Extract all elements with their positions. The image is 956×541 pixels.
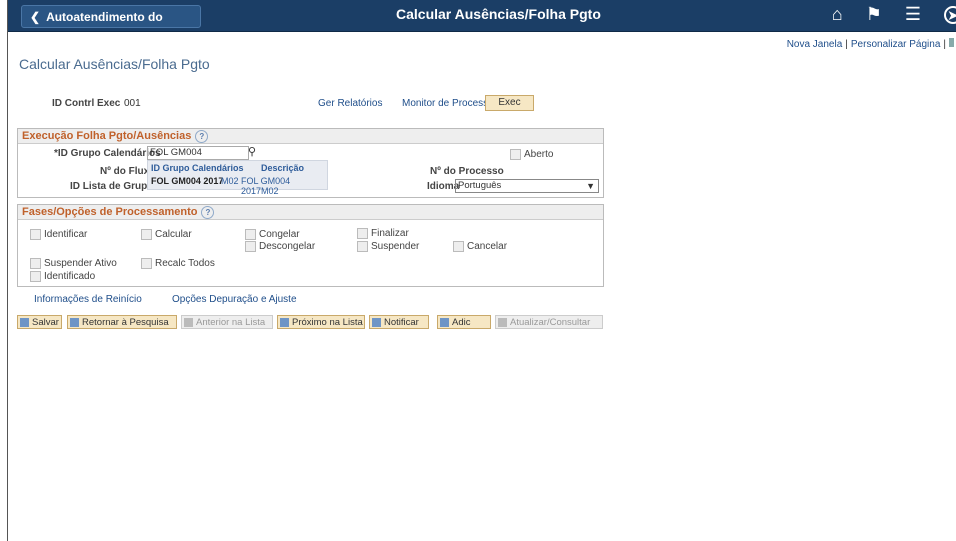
option-label: Calcular: [155, 229, 192, 241]
identificado-checkbox[interactable]: Identificado: [30, 271, 95, 282]
next-in-list-button[interactable]: Próximo na Lista: [277, 315, 365, 329]
aberto-checkbox[interactable]: Aberto: [510, 149, 553, 160]
help-icon[interactable]: ?: [201, 205, 215, 219]
section-header: Execução Folha Pgto/Ausências?: [18, 129, 603, 144]
save-label: Salvar: [32, 317, 59, 328]
banner-icons: ⌂ ⚑ ☰ ➤: [814, 4, 956, 25]
nav-icon[interactable]: ➤: [944, 6, 956, 24]
return-icon: [70, 317, 79, 327]
exec-button[interactable]: Exec: [485, 95, 534, 111]
help-doc-icon[interactable]: [949, 38, 954, 47]
checkbox[interactable]: [357, 241, 368, 252]
option-match: FOL GM004 2017: [151, 176, 224, 186]
cal-group-input[interactable]: FOL GM004 2017M02×: [147, 146, 249, 170]
add-icon: [440, 317, 449, 327]
header-links: Nova Janela | Personalizar Página |: [787, 38, 954, 50]
personalize-link[interactable]: Personalizar Página: [851, 39, 941, 50]
calcular-checkbox[interactable]: Calcular: [141, 229, 192, 240]
run-control-value: 001: [124, 98, 141, 109]
suspender-ativo-checkbox[interactable]: Suspender Ativo: [30, 258, 117, 269]
finalizar-checkbox[interactable]: Finalizar: [357, 228, 409, 239]
recalc-todos-checkbox[interactable]: Recalc Todos: [141, 258, 215, 269]
autocomplete-dropdown: ID Grupo Calendários Descrição FOL GM004…: [147, 160, 328, 196]
option-label: Congelar: [259, 229, 300, 241]
dropdown-col-id: ID Grupo Calendários: [151, 163, 244, 173]
option-label: Descongelar: [259, 241, 316, 253]
cancelar-checkbox[interactable]: Cancelar: [453, 241, 507, 252]
add-button[interactable]: Adic: [437, 315, 491, 329]
help-icon[interactable]: ?: [195, 129, 209, 143]
restart-info-link[interactable]: Informações de Reinício: [34, 294, 142, 305]
option-label: Identificado: [44, 271, 96, 283]
run-control-label: ID Contrl Exec: [52, 98, 121, 109]
congelar-checkbox[interactable]: Congelar: [245, 229, 300, 240]
option-desc: FOL GM004 2017M02: [241, 176, 291, 196]
suspender-checkbox[interactable]: Suspender: [357, 241, 419, 252]
chevron-down-icon: ▼: [586, 181, 595, 191]
lista-label: ID Lista de Grupos: [70, 181, 159, 192]
option-label: Suspender: [371, 241, 420, 253]
checkbox[interactable]: [510, 149, 521, 160]
separator: |: [943, 39, 946, 50]
dropdown-col-desc: Descrição: [261, 163, 305, 173]
banner-title: Calcular Ausências/Folha Pgto: [396, 6, 601, 22]
notify-icon: [372, 317, 381, 327]
save-button[interactable]: Salvar: [17, 315, 62, 329]
save-icon: [20, 317, 29, 327]
dropdown-option[interactable]: FOL GM004 2017 M02 FOL GM004 2017M02: [148, 174, 327, 196]
checkbox[interactable]: [141, 258, 152, 269]
back-button-label: Autoatendimento do Gerente: [30, 10, 163, 47]
checkbox[interactable]: [453, 241, 464, 252]
aberto-label: Aberto: [524, 149, 554, 161]
top-banner: ❮ Autoatendimento do Gerente Calcular Aus…: [8, 0, 956, 47]
return-label: Retornar à Pesquisa: [82, 317, 169, 328]
checkbox[interactable]: [30, 258, 41, 269]
add-label: Adic: [452, 317, 471, 328]
checkbox[interactable]: [357, 228, 368, 239]
update-display-button[interactable]: Atualizar/Consultar: [495, 315, 603, 329]
back-button[interactable]: ❮ Autoatendimento do Gerente: [21, 5, 201, 47]
option-rest: M02: [221, 176, 239, 186]
prev-in-list-button[interactable]: Anterior na Lista: [181, 315, 273, 329]
processo-label: Nº do Processo: [430, 166, 504, 177]
checkbox[interactable]: [245, 241, 256, 252]
section-header: Fases/Opções de Processamento?: [18, 205, 603, 220]
next-label: Próximo na Lista: [292, 317, 363, 328]
reports-link[interactable]: Ger Relatórios: [318, 98, 382, 109]
debug-options-link[interactable]: Opções Depuração e Ajuste: [172, 294, 297, 305]
next-icon: [280, 317, 289, 327]
option-label: Recalc Todos: [155, 258, 215, 270]
option-label: Suspender Ativo: [44, 258, 117, 270]
identificar-checkbox[interactable]: Identificar: [30, 229, 87, 240]
window-frame-edge: [7, 0, 8, 541]
update-label: Atualizar/Consultar: [510, 317, 591, 328]
section-title: Execução Folha Pgto/Ausências: [22, 130, 192, 142]
prev-icon: [184, 317, 193, 327]
return-search-button[interactable]: Retornar à Pesquisa: [67, 315, 177, 329]
checkbox[interactable]: [141, 229, 152, 240]
checkbox[interactable]: [245, 229, 256, 240]
home-icon[interactable]: ⌂: [832, 4, 843, 25]
update-icon: [498, 317, 507, 327]
chevron-left-icon: ❮: [30, 10, 41, 24]
separator: |: [845, 39, 848, 50]
prev-label: Anterior na Lista: [196, 317, 266, 328]
notify-label: Notificar: [384, 317, 419, 328]
new-window-link[interactable]: Nova Janela: [787, 39, 843, 50]
idioma-value: Português: [458, 180, 502, 191]
menu-icon[interactable]: ☰: [905, 4, 921, 25]
descongelar-checkbox[interactable]: Descongelar: [245, 241, 315, 252]
option-label: Identificar: [44, 229, 88, 241]
checkbox[interactable]: [30, 271, 41, 282]
lookup-icon[interactable]: ⚲: [248, 145, 256, 158]
cal-group-label: *ID Grupo Calendários: [54, 148, 161, 159]
idioma-select[interactable]: Português ▼: [455, 179, 599, 193]
checkbox[interactable]: [30, 229, 41, 240]
option-label: Cancelar: [467, 241, 508, 253]
notify-button[interactable]: Notificar: [369, 315, 429, 329]
option-label: Finalizar: [371, 228, 409, 240]
page-title: Calcular Ausências/Folha Pgto: [19, 56, 210, 72]
section-title: Fases/Opções de Processamento: [22, 206, 198, 218]
flag-icon[interactable]: ⚑: [866, 4, 882, 25]
